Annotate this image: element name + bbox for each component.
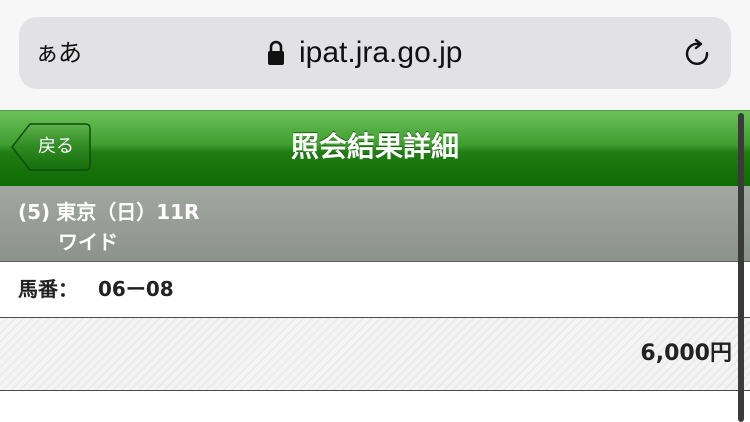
race-venue: 東京（日）11R [56,200,200,224]
horse-number-value: 06ー08 [98,277,174,301]
reload-icon[interactable] [683,38,713,69]
text-size-button[interactable]: ぁあ [35,37,82,69]
race-header: (5) 東京（日）11R [18,196,205,225]
screen: ぁあ ipat.jra.go.jp 戻る 照会結果詳細 (5) 東京（日）11R… [0,0,750,422]
url-display[interactable]: ipat.jra.go.jp [267,31,462,75]
horse-number-label: 馬番： [18,277,78,301]
amount-row: 6,000円 [0,318,750,391]
scrollbar[interactable] [738,113,744,422]
horse-number-row: 馬番： 06ー08 [0,262,750,318]
bet-amount: 6,000円 [640,341,732,366]
page-title: 照会結果詳細 [290,130,459,163]
race-info: (5) 東京（日）11R ワイド [0,186,750,262]
browser-top-bar: ぁあ ipat.jra.go.jp [0,0,750,110]
bet-type: ワイド [58,230,118,254]
race-number: (5) [18,200,51,224]
url-text: ipat.jra.go.jp [299,36,463,69]
lock-icon [267,40,285,66]
title-bar: 戻る 照会結果詳細 [0,110,750,186]
address-bar[interactable]: ぁあ ipat.jra.go.jp [19,17,731,89]
